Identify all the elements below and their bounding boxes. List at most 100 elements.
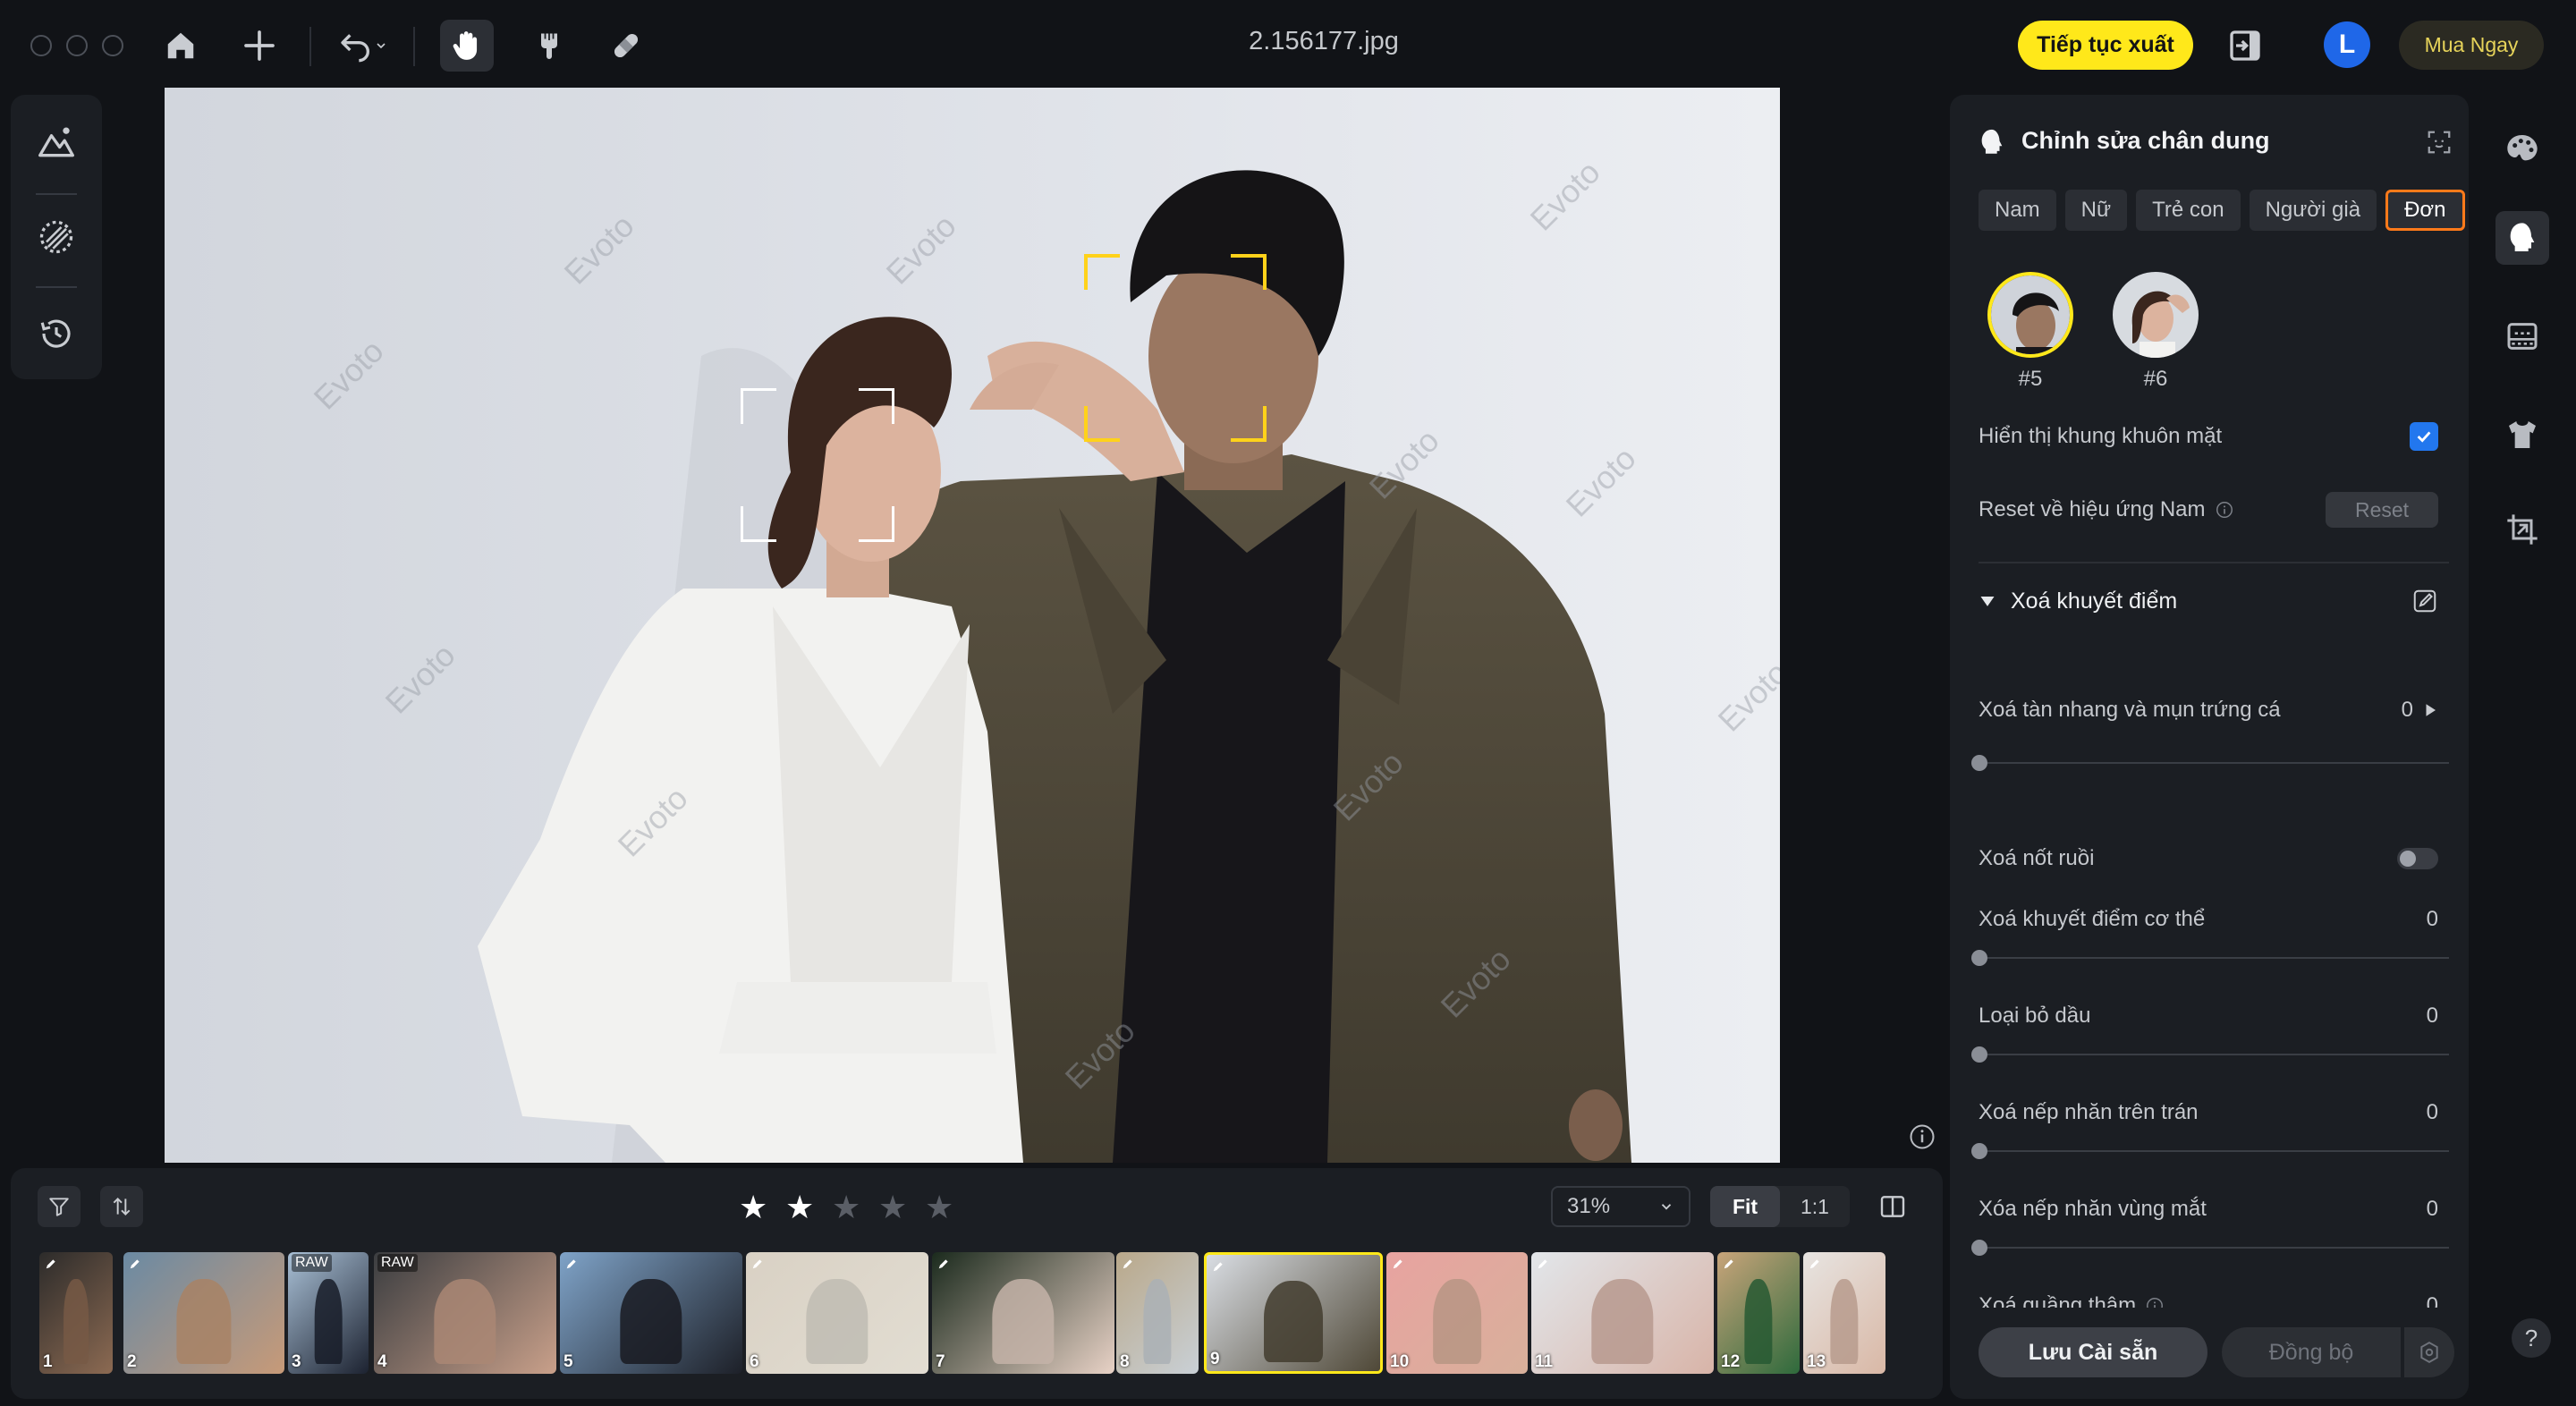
sort-button[interactable] — [100, 1186, 143, 1227]
thumbnail-7[interactable]: 7 — [932, 1252, 1114, 1374]
thumbnail-5[interactable]: 5 — [560, 1252, 742, 1374]
triangle-right-icon[interactable] — [2422, 702, 2438, 718]
mole-label: Xoá nốt ruồi — [1979, 846, 2095, 870]
export-button[interactable]: Tiếp tục xuất — [2018, 21, 2193, 70]
freckle-acne-slider[interactable] — [1971, 755, 2449, 771]
body-blemish-slider[interactable] — [1971, 950, 2449, 966]
reset-button[interactable]: Reset — [2326, 492, 2438, 528]
panel-title: Chỉnh sửa chân dung — [2021, 127, 2270, 154]
slider-knob[interactable] — [1971, 950, 1987, 966]
thumbnail-subject — [1264, 1280, 1323, 1362]
edited-pencil-icon — [751, 1258, 764, 1270]
tab-4[interactable]: Đơn — [2385, 190, 2465, 231]
add-button[interactable] — [233, 20, 286, 72]
thumbnail-2[interactable]: 2 — [123, 1252, 284, 1374]
zoom-select[interactable]: 31% — [1551, 1186, 1690, 1227]
thumbnail-subject — [1591, 1278, 1654, 1365]
adjust-tool-button[interactable] — [32, 118, 80, 166]
thumbnail-number: 12 — [1721, 1352, 1741, 1371]
import-panel-button[interactable] — [2218, 20, 2272, 72]
import-panel-icon — [2230, 30, 2260, 61]
thumbnail-11[interactable]: 11 — [1531, 1252, 1714, 1374]
healing-tool-button[interactable] — [599, 20, 653, 72]
thumbnail-1[interactable]: 1 — [39, 1252, 113, 1374]
filter-button[interactable] — [38, 1186, 80, 1227]
fit-button[interactable]: Fit — [1710, 1186, 1780, 1227]
slider-value: 0 — [2426, 1100, 2438, 1124]
section-title: Xoá khuyết điểm — [2011, 588, 2178, 614]
title-bar: 2.156177.jpg Tiếp tục xuất L Mua Ngay — [0, 0, 2576, 89]
slider-value: 0 — [2426, 1197, 2438, 1221]
thumbnail-4[interactable]: RAW 4 — [374, 1252, 556, 1374]
thumbnail-6[interactable]: 6 — [746, 1252, 928, 1374]
brush-hand-tool-button[interactable] — [522, 20, 576, 72]
thumbnail-8[interactable]: 8 — [1116, 1252, 1199, 1374]
face-thumb-5[interactable] — [1987, 272, 2073, 358]
edited-pencil-icon — [1537, 1258, 1549, 1270]
star-icon[interactable]: ★ — [739, 1191, 767, 1224]
star-icon[interactable]: ★ — [832, 1191, 860, 1224]
blemish-section-header[interactable]: Xoá khuyết điểm — [1979, 583, 2438, 619]
slider-label: Xoá khuyết điểm cơ thể — [1979, 907, 2206, 931]
one-to-one-button[interactable]: 1:1 — [1780, 1186, 1850, 1227]
slider-knob[interactable] — [1971, 1046, 1987, 1063]
help-circle-icon[interactable] — [2215, 500, 2234, 520]
face-frame-5[interactable] — [1084, 254, 1267, 442]
window-close-button[interactable] — [30, 35, 52, 56]
home-button[interactable] — [154, 20, 208, 72]
buy-now-button[interactable]: Mua Ngay — [2399, 21, 2544, 70]
help-button[interactable]: ? — [2512, 1318, 2551, 1358]
window-zoom-button[interactable] — [102, 35, 123, 56]
slider-knob[interactable] — [1971, 1143, 1987, 1159]
slider-knob[interactable] — [1971, 1240, 1987, 1256]
subject-tabs: Nam Nữ Trẻ con Người già Đơn — [1979, 190, 2465, 231]
tab-0[interactable]: Nam — [1979, 190, 2056, 231]
thumbnail-number: 9 — [1210, 1350, 1220, 1368]
thumbnail-subject — [806, 1278, 869, 1365]
face-thumb-6[interactable] — [2113, 272, 2199, 358]
edited-pencil-icon — [45, 1258, 57, 1270]
slider-label: Xóa nếp nhăn vùng mắt — [1979, 1197, 2207, 1221]
thumbnail-10[interactable]: 10 — [1386, 1252, 1528, 1374]
compare-button[interactable] — [1871, 1186, 1914, 1227]
tab-3[interactable]: Người già — [2249, 190, 2377, 231]
mole-toggle[interactable] — [2397, 848, 2438, 869]
star-icon[interactable]: ★ — [878, 1191, 907, 1224]
face-frame-6[interactable] — [741, 388, 894, 542]
user-avatar[interactable]: L — [2324, 21, 2370, 68]
history-tool-button[interactable] — [32, 309, 80, 358]
save-preset-button[interactable]: Lưu Cài sẵn — [1979, 1327, 2207, 1377]
settings-gear-icon — [2420, 1342, 2438, 1363]
hand-tool-button[interactable] — [440, 20, 494, 72]
slider-knob[interactable] — [1971, 755, 1987, 771]
thumbnail-9[interactable]: 9 — [1204, 1252, 1383, 1374]
face-detect-icon[interactable] — [2426, 129, 2453, 156]
mask-tool-button[interactable] — [32, 213, 80, 261]
forehead-wrinkle-slider[interactable] — [1971, 1143, 2449, 1159]
color-panel-button[interactable] — [2496, 122, 2549, 175]
undo-button[interactable] — [327, 20, 399, 72]
thumbnail-12[interactable]: 12 — [1717, 1252, 1800, 1374]
show-face-frame-checkbox[interactable] — [2410, 422, 2438, 451]
crop-panel-button[interactable] — [2496, 503, 2549, 556]
thumbnail-number: 1 — [43, 1352, 53, 1371]
photo-canvas[interactable]: Evoto Evoto Evoto Evoto Evoto Evoto Evot… — [165, 88, 1780, 1163]
thumbnail-3[interactable]: RAW 3 — [288, 1252, 369, 1374]
window-minimize-button[interactable] — [66, 35, 88, 56]
tab-1[interactable]: Nữ — [2064, 190, 2128, 231]
eye-wrinkle-slider[interactable] — [1971, 1240, 2449, 1256]
thumbnail-13[interactable]: 13 — [1803, 1252, 1885, 1374]
tab-2[interactable]: Trẻ con — [2136, 190, 2241, 231]
app-window: 2.156177.jpg Tiếp tục xuất L Mua Ngay Ev… — [0, 0, 2576, 1406]
sync-settings-button[interactable] — [2404, 1327, 2454, 1377]
pencil-edit-icon[interactable] — [2411, 588, 2438, 614]
thumbnail-number: 13 — [1807, 1352, 1826, 1371]
background-panel-button[interactable] — [2496, 309, 2549, 363]
info-icon[interactable] — [1909, 1123, 1936, 1150]
oil-removal-slider[interactable] — [1971, 1046, 2449, 1063]
star-icon[interactable]: ★ — [785, 1191, 814, 1224]
star-icon[interactable]: ★ — [925, 1191, 953, 1224]
portrait-panel-button[interactable] — [2496, 211, 2549, 265]
clothing-panel-button[interactable] — [2496, 408, 2549, 462]
sync-button[interactable]: Đồng bộ — [2222, 1327, 2401, 1377]
